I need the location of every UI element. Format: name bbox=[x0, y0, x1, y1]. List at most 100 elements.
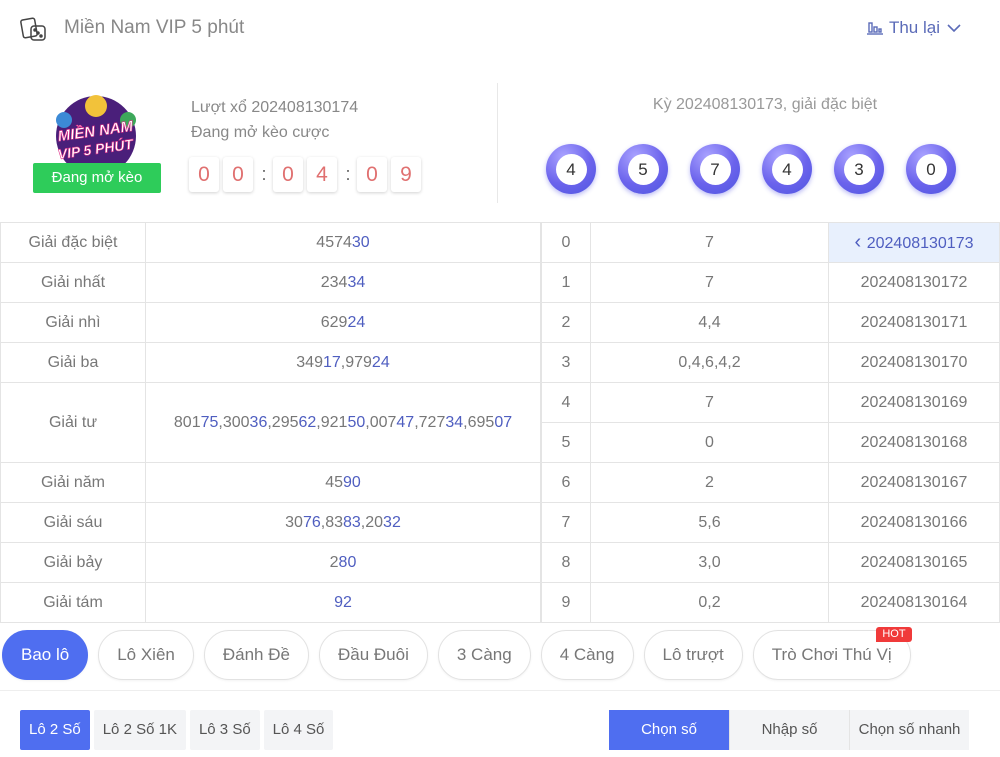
number-prefix: 4574 bbox=[316, 233, 352, 251]
history-dropdown[interactable]: Thu lại bbox=[866, 18, 962, 38]
game-tab[interactable]: Lô Xiên bbox=[98, 630, 194, 680]
period-item[interactable]: ‹ 202408130173 bbox=[828, 222, 1000, 263]
tab-label: 4 Càng bbox=[559, 645, 615, 664]
head-row: 1 7 202408130172 bbox=[541, 262, 1000, 303]
period-item[interactable]: 202408130170 bbox=[828, 342, 1000, 383]
tail-digits: 3,0 bbox=[590, 542, 829, 583]
chevron-down-icon bbox=[947, 24, 961, 33]
sub-tab[interactable]: Lô 3 Số bbox=[189, 710, 260, 750]
game-tab[interactable]: Bao lô bbox=[2, 630, 89, 680]
head-digit: 6 bbox=[541, 462, 591, 503]
number-suffix: 36 bbox=[249, 413, 268, 431]
game-tab[interactable]: Đầu Đuôi bbox=[318, 630, 428, 680]
header: Miền Nam VIP 5 phút Thu lại bbox=[0, 0, 1000, 56]
head-digit: 4 bbox=[541, 382, 591, 423]
prize-row: Giải năm 4590 bbox=[0, 462, 541, 503]
number-prefix: 727 bbox=[418, 413, 446, 431]
mode-button[interactable]: Chọn số nhanh bbox=[849, 710, 969, 750]
prize-name: Giải ba bbox=[0, 342, 146, 383]
number-prefix: 349 bbox=[296, 353, 323, 371]
head-row: 0 7 ‹ 202408130173 bbox=[541, 222, 1000, 263]
chart-icon bbox=[866, 22, 883, 35]
mode-button[interactable]: Nhập số bbox=[729, 710, 849, 750]
period-number: 202408130172 bbox=[860, 273, 968, 291]
timer-digit: 0 bbox=[223, 157, 253, 192]
number-prefix: 979 bbox=[345, 353, 372, 371]
prize-row: Giải bảy 280 bbox=[0, 542, 541, 583]
round-number: Lượt xổ 202408130174 bbox=[191, 99, 359, 116]
sub-tab[interactable]: Lô 2 Số bbox=[20, 710, 90, 750]
sub-tab[interactable]: Lô 2 Số 1K bbox=[93, 710, 186, 750]
period-item[interactable]: 202408130167 bbox=[828, 462, 1000, 503]
period-item[interactable]: 202408130172 bbox=[828, 262, 1000, 303]
number-prefix: 45 bbox=[325, 473, 343, 491]
number-prefix: 007 bbox=[369, 413, 397, 431]
head-tail-table: 0 7 ‹ 202408130173 1 7 202408130172 2 4,4 202408… bbox=[541, 222, 1000, 623]
game-tab[interactable]: Trò Chơi Thú Vị HOT bbox=[752, 627, 912, 680]
number-suffix: 47 bbox=[396, 413, 415, 431]
number-suffix: 24 bbox=[371, 353, 390, 371]
game-tab[interactable]: Lô trượt bbox=[643, 630, 743, 680]
timer-digit: 0 bbox=[189, 157, 219, 192]
head-digit: 9 bbox=[541, 582, 591, 623]
head-row: 6 2 202408130167 bbox=[541, 462, 1000, 503]
number-suffix: 34 bbox=[347, 273, 366, 291]
result-ball: 0 bbox=[906, 144, 956, 194]
mode-button[interactable]: Chọn số bbox=[609, 710, 729, 750]
number-prefix: 629 bbox=[320, 313, 348, 331]
tab-label: Lô trượt bbox=[662, 645, 724, 664]
number-prefix: 20 bbox=[365, 513, 384, 531]
period-item[interactable]: 202408130165 bbox=[828, 542, 1000, 583]
period-item[interactable]: 202408130169 bbox=[828, 382, 1000, 423]
head-digit: 2 bbox=[541, 302, 591, 343]
tail-digits: 2 bbox=[590, 462, 829, 503]
game-tab[interactable]: Đánh Đề bbox=[203, 630, 309, 680]
period-item[interactable]: 202408130166 bbox=[828, 502, 1000, 543]
prize-name: Giải sáu bbox=[0, 502, 146, 543]
period-item[interactable]: 202408130171 bbox=[828, 302, 1000, 343]
period-number: 202408130171 bbox=[860, 313, 968, 331]
period-item[interactable]: 202408130164 bbox=[828, 582, 1000, 623]
head-row: 2 4,4 202408130171 bbox=[541, 302, 1000, 343]
period-number: 202408130170 bbox=[860, 353, 968, 371]
tail-digits: 0 bbox=[590, 422, 829, 463]
head-row: 3 0,4,6,4,2 202408130170 bbox=[541, 342, 1000, 383]
prize-row: Giải sáu 3076,8383,2032 bbox=[0, 502, 541, 543]
ball-number: 0 bbox=[915, 153, 947, 185]
number-prefix: 30 bbox=[285, 513, 303, 531]
game-tab[interactable]: 3 Càng bbox=[437, 630, 531, 680]
tail-digits: 7 bbox=[590, 222, 829, 263]
prize-numbers: 3076,8383,2032 bbox=[145, 502, 541, 543]
sub-tab[interactable]: Lô 4 Số bbox=[263, 710, 334, 750]
round-info: Lượt xổ 202408130174 Đang mở kèo cược bbox=[191, 95, 358, 145]
prize-table: Giải đặc biệt 4574 30 Giải nhất 23434 Giải nh… bbox=[0, 222, 541, 623]
number-suffix: 80 bbox=[338, 553, 357, 571]
prize-name: Giải bảy bbox=[0, 542, 146, 583]
hot-badge: HOT bbox=[876, 627, 912, 642]
number-suffix: 17 bbox=[322, 353, 341, 371]
prize-name: Giải đặc biệt bbox=[0, 222, 146, 263]
ball-number: 4 bbox=[555, 153, 587, 185]
number-suffix: 24 bbox=[347, 313, 366, 331]
number-prefix: 801 bbox=[173, 413, 201, 431]
head-digit: 1 bbox=[541, 262, 591, 303]
head-digit: 5 bbox=[541, 422, 591, 463]
number-suffix: 62 bbox=[298, 413, 317, 431]
period-item[interactable]: 202408130168 bbox=[828, 422, 1000, 463]
timer-digit: 0 bbox=[273, 157, 303, 192]
prize-numbers: 23434 bbox=[145, 262, 541, 303]
head-digit: 3 bbox=[541, 342, 591, 383]
timer-digit: 0 bbox=[357, 157, 387, 192]
number-prefix: 300 bbox=[222, 413, 250, 431]
prize-name: Giải tư bbox=[0, 382, 146, 463]
tab-label: Đầu Đuôi bbox=[337, 645, 409, 664]
prize-numbers: 92 bbox=[145, 582, 541, 623]
game-tab[interactable]: 4 Càng bbox=[540, 630, 634, 680]
timer-digit: 9 bbox=[391, 157, 421, 192]
head-digit: 7 bbox=[541, 502, 591, 543]
prize-name: Giải nhất bbox=[0, 262, 146, 303]
prize-row: Giải tư 80175,30036,29562,92150,00747,727… bbox=[0, 382, 541, 463]
prize-numbers: 280 bbox=[145, 542, 541, 583]
number-prefix: 921 bbox=[320, 413, 348, 431]
prize-name: Giải nhì bbox=[0, 302, 146, 343]
